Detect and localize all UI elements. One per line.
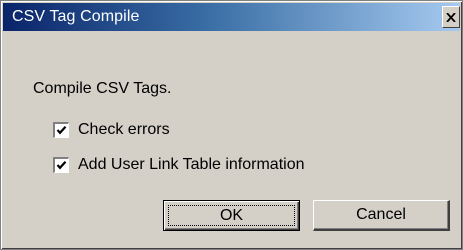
cancel-button[interactable]: Cancel [313,200,450,231]
add-user-link-table-option[interactable]: Add User Link Table information [52,154,305,176]
ok-button[interactable]: OK [163,200,300,231]
add-user-link-table-checkbox[interactable] [52,156,70,174]
ok-button-label: OK [168,205,295,226]
title-bar[interactable]: CSV Tag Compile [3,3,460,31]
csv-tag-compile-dialog: CSV Tag Compile Compile CSV Tags. Check … [0,0,463,250]
check-errors-label[interactable]: Check errors [78,121,170,139]
add-user-link-table-label[interactable]: Add User Link Table information [78,156,305,174]
check-errors-checkbox[interactable] [52,121,70,139]
window-title: CSV Tag Compile [12,8,140,25]
check-icon [56,161,67,170]
dialog-message: Compile CSV Tags. [33,80,172,97]
close-icon [446,13,456,22]
close-button[interactable] [442,6,460,28]
check-icon [56,126,67,135]
check-errors-option[interactable]: Check errors [52,119,170,141]
